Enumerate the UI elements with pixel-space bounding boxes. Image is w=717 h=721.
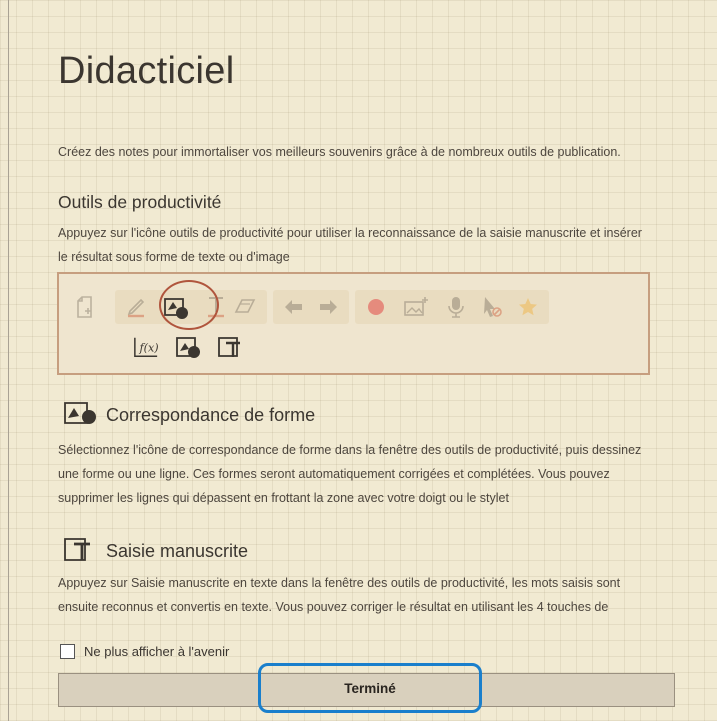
toolbar-subrow: f(x) <box>133 334 243 360</box>
shape-section-title: Correspondance de forme <box>106 405 316 425</box>
record-icon <box>361 292 391 322</box>
shape-icon-highlight-ring <box>159 280 219 330</box>
shape-match-small-icon <box>175 334 201 360</box>
history-group <box>273 290 349 324</box>
productivity-description: Appuyez sur l'icône outils de productivi… <box>58 221 668 269</box>
productivity-toolbar-illustration: f(x) <box>57 272 650 375</box>
done-button[interactable]: Terminé <box>258 663 482 713</box>
shape-section-text: Sélectionnez l'icône de correspondance d… <box>58 438 668 510</box>
touch-disable-icon <box>477 292 507 322</box>
page-title: Didacticiel <box>58 50 235 92</box>
handwriting-text-icon <box>217 334 243 360</box>
handwriting-section-line2: ensuite reconnus et convertis en texte. … <box>58 600 609 614</box>
dont-show-again-checkbox[interactable] <box>60 644 75 659</box>
media-group <box>355 290 549 324</box>
star-icon <box>513 292 543 322</box>
productivity-description-line2: le résultat sous forme de texte ou d'ima… <box>58 250 290 264</box>
handwriting-section-title: Saisie manuscrite <box>106 541 249 561</box>
done-button-label: Terminé <box>344 680 396 696</box>
window-left-border <box>8 0 9 721</box>
handwriting-section-text: Appuyez sur Saisie manuscrite en texte d… <box>58 571 668 619</box>
redo-icon <box>313 292 343 322</box>
shape-section-header: Correspondance de forme <box>64 401 315 430</box>
shape-section-line1: Sélectionnez l'icône de correspondance d… <box>58 443 642 457</box>
image-add-icon <box>401 292 431 322</box>
intro-text: Créez des notes pour immortaliser vos me… <box>58 145 621 159</box>
shape-section-line2: une forme ou une ligne. Ces formes seron… <box>58 467 610 481</box>
productivity-heading: Outils de productivité <box>58 192 222 212</box>
dont-show-again-label: Ne plus afficher à l'avenir <box>84 644 230 659</box>
dont-show-again-row[interactable]: Ne plus afficher à l'avenir <box>60 644 229 659</box>
svg-text:f(x): f(x) <box>139 342 159 355</box>
page-add-icon <box>71 292 101 322</box>
eraser-icon <box>231 292 261 322</box>
productivity-description-line1: Appuyez sur l'icône outils de productivi… <box>58 226 642 240</box>
toolbar-row <box>71 290 555 324</box>
formula-icon: f(x) <box>133 334 159 360</box>
shape-section-line3: supprimer les lignes qui dépassent en fr… <box>58 491 509 505</box>
handwriting-section-header: Saisie manuscrite <box>64 536 248 567</box>
microphone-icon <box>441 292 471 322</box>
undo-icon <box>279 292 309 322</box>
handwriting-section-line1: Appuyez sur Saisie manuscrite en texte d… <box>58 576 621 590</box>
handwriting-text-icon <box>64 536 98 567</box>
pen-icon <box>121 292 151 322</box>
shape-match-icon <box>64 401 98 430</box>
